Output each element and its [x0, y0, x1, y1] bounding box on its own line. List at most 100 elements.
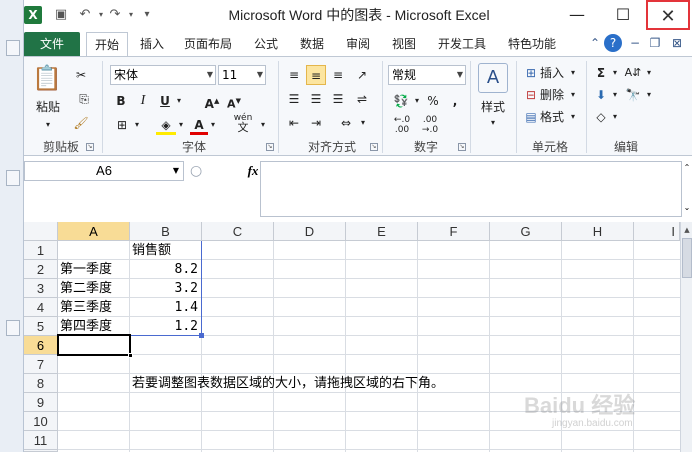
font-launcher-icon[interactable]: ↘ [266, 143, 274, 151]
active-cell-a6[interactable] [57, 334, 131, 356]
maximize-button[interactable]: ☐ [600, 0, 646, 30]
column-header-h[interactable]: H [562, 222, 634, 241]
font-color-icon[interactable]: A [190, 115, 208, 135]
row-header-9[interactable]: 9 [24, 393, 58, 412]
styles-icon[interactable]: A [478, 63, 508, 93]
font-name-combo[interactable]: 宋体 ▼ [110, 65, 216, 85]
align-top-icon[interactable]: ≡ [284, 65, 304, 85]
tab-home[interactable]: 开始 [86, 32, 128, 56]
minimize-button[interactable]: — [554, 0, 600, 30]
cell-b3[interactable]: 3.2 [130, 279, 198, 298]
wrap-text-icon[interactable]: ⇌ [352, 89, 372, 109]
column-header-i[interactable]: I [634, 222, 680, 241]
increase-decimal-icon[interactable]: ←.0.00 [390, 115, 414, 135]
increase-indent-icon[interactable]: ⇥ [306, 113, 326, 133]
clear-dropdown-icon[interactable]: ▾ [610, 107, 620, 127]
column-header-c[interactable]: C [202, 222, 274, 241]
insert-cells-button[interactable]: 插入 [540, 63, 570, 83]
row-header-8[interactable]: 8 [24, 374, 58, 393]
accounting-format-icon[interactable]: 💱 [390, 91, 412, 111]
row-header-1[interactable]: 1 [24, 241, 58, 260]
align-center-icon[interactable]: ☰ [306, 89, 326, 109]
fill-icon[interactable]: ⬇ [592, 85, 610, 105]
range-resize-handle[interactable] [199, 333, 204, 338]
bold-button[interactable]: B [112, 91, 130, 111]
save-icon[interactable]: ▣ [52, 6, 70, 24]
cell-b2[interactable]: 8.2 [130, 260, 198, 279]
number-format-combo[interactable]: 常规 ▼ [388, 65, 466, 85]
row-header-2[interactable]: 2 [24, 260, 58, 279]
clear-icon[interactable]: ◇ [592, 107, 610, 127]
formula-bar-splitter-icon[interactable]: ○ [190, 163, 202, 179]
tab-formulas[interactable]: 公式 [246, 32, 286, 56]
find-dropdown-icon[interactable]: ▾ [644, 85, 654, 105]
align-left-icon[interactable]: ☰ [284, 89, 304, 109]
close-workbook-icon[interactable]: ⊠ [668, 34, 686, 52]
cell-b1[interactable]: 销售额 [132, 241, 200, 260]
styles-dropdown-icon[interactable]: ▾ [484, 113, 502, 133]
alignment-launcher-icon[interactable]: ↘ [370, 143, 378, 151]
delete-cells-button[interactable]: 删除 [540, 85, 570, 105]
formula-bar-expand-icon[interactable]: ⌄ [682, 201, 692, 215]
column-header-b[interactable]: B [130, 222, 202, 241]
close-button[interactable]: ✕ [646, 0, 690, 30]
find-select-icon[interactable]: 🔭 [622, 85, 644, 105]
merge-dropdown-icon[interactable]: ▾ [358, 113, 368, 133]
fill-dropdown-icon[interactable]: ▾ [610, 85, 620, 105]
underline-button[interactable]: U [156, 91, 174, 111]
cell-b4[interactable]: 1.4 [130, 298, 198, 317]
scrollbar-thumb[interactable] [682, 238, 692, 278]
align-bottom-icon[interactable]: ≡ [328, 65, 348, 85]
excel-app-icon[interactable]: X [24, 6, 42, 24]
row-header-3[interactable]: 3 [24, 279, 58, 298]
cell-a4[interactable]: 第三季度 [60, 298, 128, 317]
autosum-button[interactable]: Σ [592, 63, 610, 83]
tab-file[interactable]: 文件 [24, 32, 80, 56]
select-all-corner[interactable] [24, 222, 58, 241]
row-header-7[interactable]: 7 [24, 355, 58, 374]
format-cells-button[interactable]: 格式 [540, 107, 570, 127]
text-orientation-icon[interactable]: ↗ [352, 65, 372, 85]
italic-button[interactable]: I [134, 91, 152, 111]
borders-icon[interactable]: ⊞ [112, 115, 132, 135]
customize-qat-icon[interactable]: ▾ [138, 6, 156, 24]
cell-a2[interactable]: 第一季度 [60, 260, 128, 279]
align-right-icon[interactable]: ☰ [328, 89, 348, 109]
align-middle-icon[interactable]: ≡ [306, 65, 326, 85]
paste-dropdown-icon[interactable]: ▾ [38, 115, 58, 135]
delete-dropdown-icon[interactable]: ▾ [568, 85, 578, 105]
paste-icon[interactable]: 📋 [32, 61, 62, 95]
restore-workbook-icon[interactable]: ❐ [646, 34, 664, 52]
phonetic-dropdown-icon[interactable]: ▾ [258, 115, 268, 135]
cut-icon[interactable]: ✂ [72, 65, 90, 85]
worksheet-grid[interactable]: A B C D E F G H I 1 2 3 4 5 6 7 8 9 10 1… [24, 222, 692, 452]
help-icon[interactable]: ? [604, 34, 622, 52]
tab-review[interactable]: 审阅 [338, 32, 378, 56]
accounting-dropdown-icon[interactable]: ▾ [412, 91, 422, 111]
format-dropdown-icon[interactable]: ▾ [568, 107, 578, 127]
shrink-font-icon[interactable]: A▼ [224, 91, 244, 111]
scroll-up-icon[interactable]: ▲ [682, 224, 692, 236]
row-header-5[interactable]: 5 [24, 317, 58, 336]
restore-workbook-min-icon[interactable]: − [626, 34, 644, 52]
fill-color-dropdown-icon[interactable]: ▾ [176, 115, 186, 135]
phonetic-guide-button[interactable]: wén 文 [228, 113, 258, 133]
paste-button[interactable]: 粘贴 [28, 97, 68, 117]
column-header-g[interactable]: G [490, 222, 562, 241]
fill-color-icon[interactable]: ◈ [156, 115, 176, 135]
tab-insert[interactable]: 插入 [132, 32, 172, 56]
name-box[interactable]: A6 [24, 161, 184, 181]
grow-font-icon[interactable]: A▲ [202, 91, 222, 111]
row-header-11[interactable]: 11 [24, 431, 58, 450]
comma-button[interactable]: , [446, 91, 464, 111]
cell-b5[interactable]: 1.2 [130, 317, 198, 336]
number-format-dropdown-icon[interactable]: ▼ [457, 66, 463, 84]
underline-dropdown-icon[interactable]: ▾ [174, 91, 184, 111]
sort-filter-icon[interactable]: A⇵ [622, 63, 644, 83]
borders-dropdown-icon[interactable]: ▾ [132, 115, 142, 135]
tab-developer[interactable]: 开发工具 [430, 32, 494, 56]
cell-b8-note[interactable]: 若要调整图表数据区域的大小，请拖拽区域的右下角。 [132, 374, 552, 393]
fill-handle[interactable] [128, 353, 133, 358]
clipboard-launcher-icon[interactable]: ↘ [86, 143, 94, 151]
tab-page-layout[interactable]: 页面布局 [176, 32, 240, 56]
